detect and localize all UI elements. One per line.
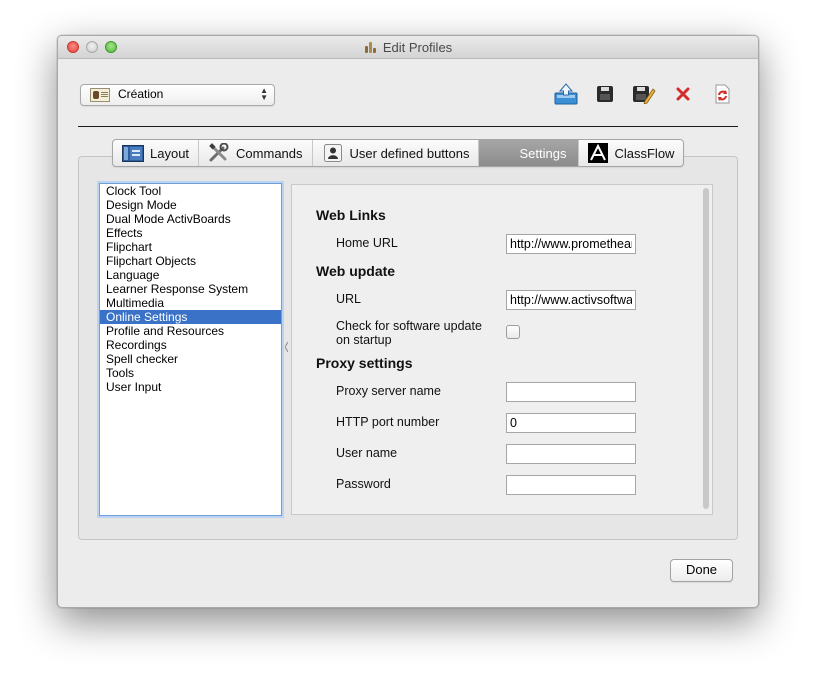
user-name-label: User name [336, 446, 398, 460]
web-update-heading: Web update [316, 263, 396, 279]
splitter-handle[interactable] [285, 342, 288, 352]
layout-icon [122, 144, 144, 162]
reset-profile-button[interactable] [710, 82, 734, 106]
category-list[interactable]: Clock Tool Design Mode Dual Mode ActivBo… [99, 183, 282, 516]
tab-settings[interactable]: Settings [479, 140, 580, 166]
update-url-label: URL [336, 292, 362, 306]
tab-user-defined-buttons[interactable]: User defined buttons [313, 140, 480, 166]
window-title-text: Edit Profiles [382, 40, 453, 55]
category-item[interactable]: Flipchart [100, 240, 281, 254]
category-item[interactable]: Flipchart Objects [100, 254, 281, 268]
category-item[interactable]: Spell checker [100, 352, 281, 366]
category-item[interactable]: Profile and Resources [100, 324, 281, 338]
home-url-field[interactable] [506, 234, 636, 254]
category-item[interactable]: User Input [100, 380, 281, 394]
web-links-heading: Web Links [316, 207, 386, 223]
password-field[interactable] [506, 475, 636, 495]
activinspire-icon [364, 41, 378, 53]
save-icon [597, 86, 613, 102]
category-item[interactable]: Dual Mode ActivBoards [100, 212, 281, 226]
title-bar: Edit Profiles [58, 36, 758, 59]
check-update-label-line1: Check for software update [336, 319, 482, 333]
settings-scrollbar[interactable] [703, 188, 709, 509]
delete-icon [676, 87, 690, 101]
tab-label: Commands [236, 145, 303, 161]
category-item-selected[interactable]: Online Settings [100, 310, 281, 324]
tab-classflow[interactable]: ClassFlow [579, 140, 683, 166]
header-divider [78, 126, 738, 127]
category-item[interactable]: Design Mode [100, 198, 281, 212]
edit-profiles-window: Edit Profiles Création ▲ ▼ Layout Comman… [57, 35, 759, 608]
profile-select[interactable]: Création ▲ ▼ [80, 84, 275, 106]
category-item[interactable]: Recordings [100, 338, 281, 352]
save-as-icon [633, 86, 656, 104]
update-url-field[interactable] [506, 290, 636, 310]
tab-label: Layout [150, 145, 190, 161]
category-item[interactable]: Learner Response System [100, 282, 281, 296]
tab-label: Settings [519, 145, 567, 161]
tools-icon [208, 143, 230, 162]
category-item[interactable]: Tools [100, 366, 281, 380]
delete-profile-button[interactable] [671, 82, 695, 106]
tab-layout[interactable]: Layout [113, 140, 200, 166]
export-profile-button[interactable] [554, 82, 578, 106]
tab-label: ClassFlow [614, 145, 675, 161]
tab-commands[interactable]: Commands [199, 140, 313, 166]
category-item[interactable]: Effects [100, 226, 281, 240]
http-port-field[interactable] [506, 413, 636, 433]
category-item[interactable]: Clock Tool [100, 184, 281, 198]
proxy-settings-heading: Proxy settings [316, 355, 413, 371]
user-name-field[interactable] [506, 444, 636, 464]
window-title: Edit Profiles [58, 40, 758, 55]
tab-label: User defined buttons [349, 145, 470, 161]
proxy-server-label: Proxy server name [336, 384, 441, 398]
http-port-label: HTTP port number [336, 415, 440, 429]
password-label: Password [336, 477, 391, 491]
profile-select-value: Création [118, 87, 164, 101]
classflow-icon [588, 143, 609, 163]
category-item[interactable]: Language [100, 268, 281, 282]
refresh-icon [715, 84, 730, 104]
tab-bar: Layout Commands User defined buttons Set… [112, 139, 685, 167]
done-button[interactable]: Done [670, 559, 733, 582]
check-update-checkbox[interactable] [506, 325, 520, 339]
profile-card-icon [90, 88, 110, 102]
export-icon [554, 83, 578, 105]
settings-pane: Web Links Home URL Web update URL Check … [291, 184, 713, 515]
check-update-label: Check for software update on startup [336, 319, 482, 347]
save-profile-button[interactable] [593, 82, 617, 106]
user-icon [322, 144, 344, 162]
save-as-profile-button[interactable] [632, 82, 656, 106]
home-url-label: Home URL [336, 236, 398, 250]
proxy-server-field[interactable] [506, 382, 636, 402]
category-item[interactable]: Multimedia [100, 296, 281, 310]
check-update-label-line2: on startup [336, 333, 392, 347]
chevron-updown-icon: ▲ ▼ [260, 86, 268, 102]
